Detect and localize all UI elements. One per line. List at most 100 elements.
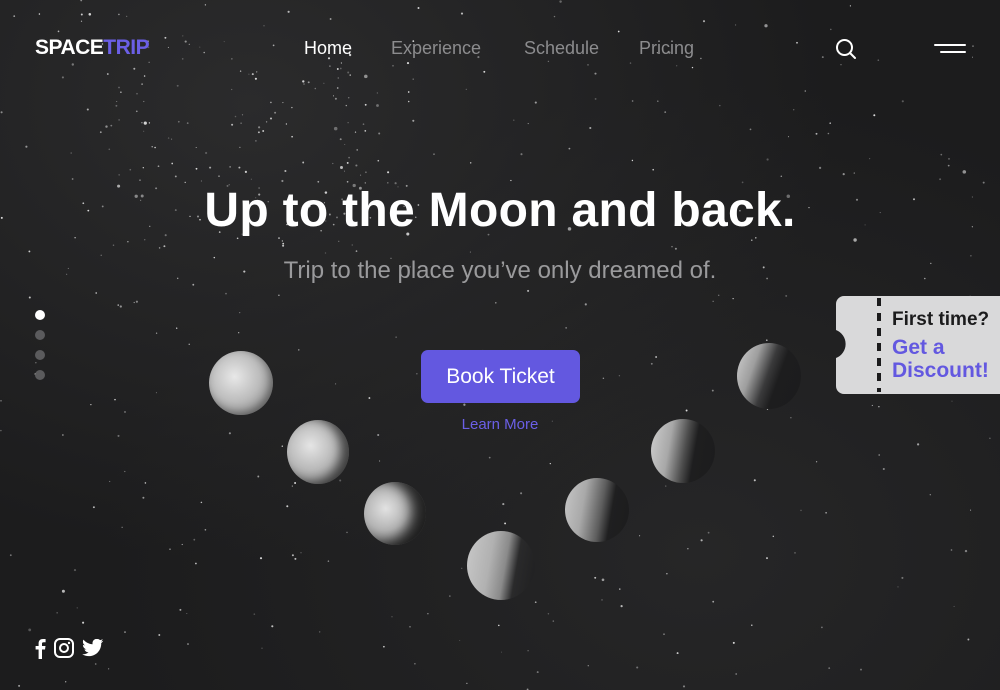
- star: [158, 634, 161, 636]
- search-icon[interactable]: [834, 37, 858, 61]
- star: [878, 406, 880, 408]
- star: [231, 123, 234, 126]
- star: [825, 511, 827, 514]
- nav-schedule[interactable]: Schedule: [524, 38, 599, 59]
- star: [749, 128, 752, 131]
- nav-experience[interactable]: Experience: [391, 38, 481, 59]
- star: [239, 312, 241, 314]
- star: [204, 529, 207, 531]
- star: [460, 12, 464, 15]
- star: [461, 567, 463, 569]
- star: [186, 122, 189, 124]
- star: [281, 240, 284, 242]
- book-ticket-button[interactable]: Book Ticket: [421, 350, 580, 403]
- hero-subtitle: Trip to the place you’ve only dreamed of…: [283, 257, 717, 284]
- star: [793, 109, 795, 111]
- star: [347, 71, 350, 74]
- star: [355, 164, 358, 167]
- moon-phase-thin-crescent: [737, 343, 801, 409]
- star: [163, 245, 166, 248]
- star: [527, 123, 529, 125]
- star: [407, 91, 410, 93]
- star: [587, 64, 589, 66]
- star: [547, 613, 550, 615]
- nav-pricing[interactable]: Pricing: [639, 38, 694, 59]
- star: [416, 373, 418, 375]
- star: [218, 175, 220, 177]
- star: [869, 158, 871, 160]
- star: [360, 174, 362, 176]
- star: [916, 443, 920, 446]
- star: [271, 625, 274, 628]
- star: [589, 126, 592, 130]
- star: [587, 664, 590, 667]
- star: [88, 13, 92, 16]
- star: [38, 13, 41, 15]
- star: [602, 377, 605, 380]
- ticket-discount-link[interactable]: Get a Discount!: [892, 336, 998, 382]
- star: [323, 82, 325, 84]
- star: [127, 241, 129, 243]
- star: [116, 100, 118, 103]
- slider-dot-2[interactable]: [35, 330, 45, 340]
- star: [594, 576, 597, 579]
- star: [200, 501, 203, 504]
- star: [62, 434, 64, 436]
- star: [594, 97, 597, 100]
- discount-ticket[interactable]: First time? Get a Discount!: [836, 296, 1000, 394]
- star: [86, 108, 89, 111]
- star: [376, 92, 379, 94]
- star: [552, 620, 555, 622]
- star: [717, 294, 720, 297]
- star: [265, 121, 268, 123]
- star: [261, 647, 263, 649]
- hamburger-menu-icon[interactable]: [933, 42, 967, 56]
- star: [804, 90, 807, 92]
- slider-dot-3[interactable]: [35, 350, 45, 360]
- star: [174, 175, 177, 178]
- star: [28, 296, 31, 299]
- star: [188, 343, 190, 345]
- facebook-icon[interactable]: [34, 637, 46, 659]
- star: [702, 20, 706, 23]
- star: [732, 298, 734, 300]
- slider-dot-4[interactable]: [35, 370, 45, 380]
- star: [849, 5, 851, 7]
- star: [187, 643, 189, 645]
- star: [412, 119, 415, 122]
- star: [56, 612, 58, 614]
- star: [106, 73, 109, 75]
- star: [344, 143, 346, 146]
- star: [254, 77, 257, 80]
- star: [250, 178, 252, 180]
- star: [80, 20, 83, 22]
- star: [340, 166, 343, 169]
- star: [65, 681, 67, 683]
- star: [665, 485, 667, 487]
- star: [269, 117, 273, 120]
- star: [157, 165, 160, 168]
- slider-dot-1[interactable]: [35, 310, 45, 320]
- star: [28, 628, 32, 632]
- star: [124, 411, 126, 413]
- star: [901, 100, 904, 103]
- star: [193, 538, 196, 541]
- star: [753, 479, 756, 482]
- learn-more-link[interactable]: Learn More: [0, 416, 1000, 433]
- star: [144, 482, 147, 484]
- star: [657, 100, 659, 102]
- star: [124, 631, 126, 634]
- star: [967, 638, 970, 641]
- twitter-icon[interactable]: [82, 639, 104, 657]
- star: [291, 485, 293, 487]
- instagram-icon[interactable]: [54, 638, 74, 658]
- star: [339, 479, 342, 482]
- star: [536, 671, 539, 674]
- moon-phase-full: [209, 351, 273, 415]
- star: [871, 404, 873, 406]
- star: [815, 132, 818, 135]
- star: [629, 62, 632, 64]
- star: [584, 303, 587, 306]
- nav-home[interactable]: Home: [304, 38, 352, 59]
- star: [329, 65, 331, 67]
